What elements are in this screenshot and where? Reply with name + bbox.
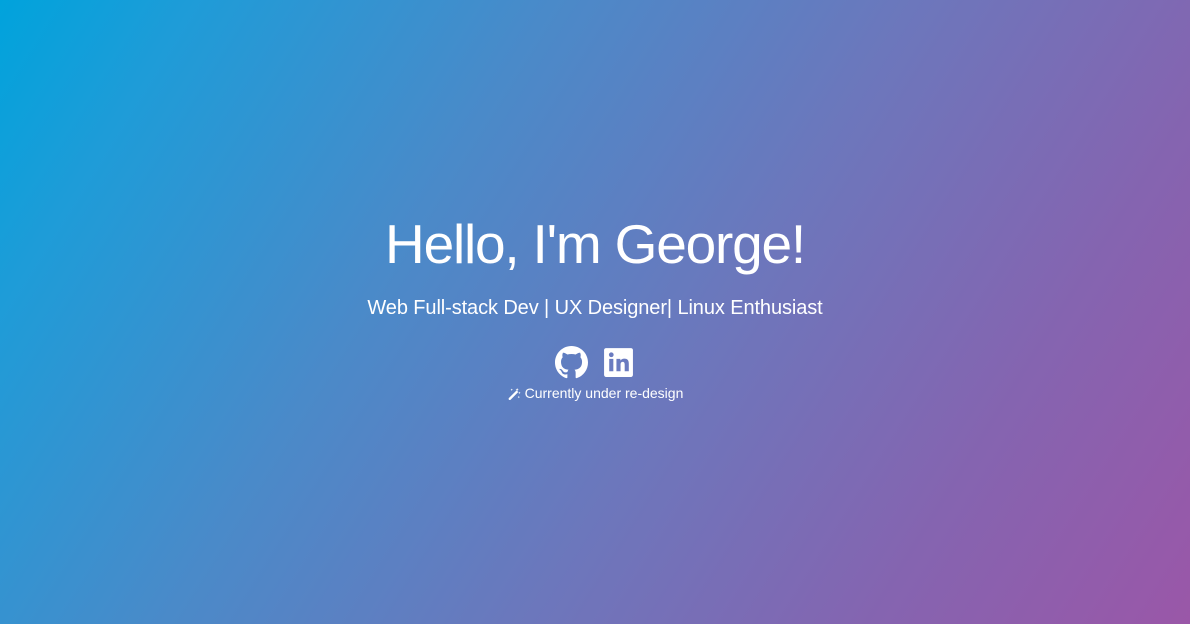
github-link[interactable] xyxy=(555,346,588,379)
linkedin-link[interactable] xyxy=(602,346,635,379)
page-title: Hello, I'm George! xyxy=(385,213,806,275)
hero-section: Hello, I'm George! Web Full-stack Dev | … xyxy=(0,0,1190,624)
linkedin-icon xyxy=(604,348,633,377)
tagline: Web Full-stack Dev | UX Designer| Linux … xyxy=(367,297,823,319)
magic-wand-icon xyxy=(507,387,521,401)
social-links xyxy=(0,346,1190,380)
github-icon xyxy=(555,346,588,379)
status-note: Currently under re-design xyxy=(0,385,1190,402)
status-text: Currently under re-design xyxy=(524,385,684,401)
